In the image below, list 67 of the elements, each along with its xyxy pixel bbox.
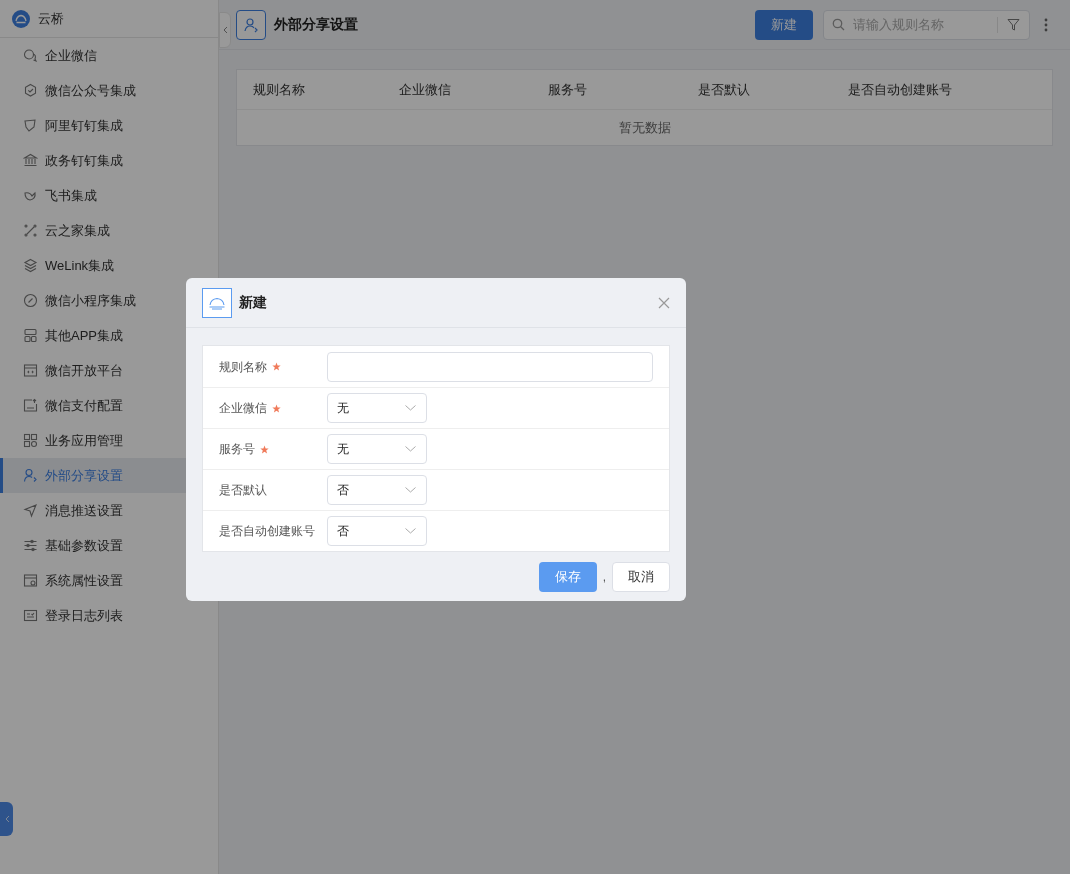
sidebar-item[interactable]: 其他APP集成: [0, 318, 218, 353]
sidebar-item[interactable]: 微信支付配置: [0, 388, 218, 423]
new-button[interactable]: 新建: [755, 9, 813, 40]
chevron-down-icon: [405, 446, 416, 452]
grid-icon: [23, 433, 38, 448]
sidebar-item[interactable]: WeLink集成: [0, 248, 218, 283]
select-field[interactable]: 否: [327, 516, 427, 546]
column-header: 企业微信: [399, 80, 452, 99]
column-header: 规则名称: [253, 80, 306, 99]
dots-icon: [23, 223, 38, 238]
sidebar-item[interactable]: 微信开放平台: [0, 353, 218, 388]
sidebar-item[interactable]: 企业微信: [0, 38, 218, 73]
sidebar-item[interactable]: 飞书集成: [0, 178, 218, 213]
chat-bubbles-icon: [23, 48, 38, 63]
log-list-icon: [23, 608, 38, 623]
send-icon: [23, 503, 38, 518]
chevron-left-icon: [222, 26, 228, 34]
app-name: 云桥: [38, 9, 64, 28]
window-code-icon: [23, 363, 38, 378]
dialog-title: 新建: [239, 293, 267, 312]
separator-text: ,: [602, 569, 606, 586]
field-label: 服务号: [219, 441, 255, 458]
sidebar-item[interactable]: 基础参数设置: [0, 528, 218, 563]
chevron-down-icon: [405, 487, 416, 493]
logo-icon: [12, 9, 30, 28]
panels-icon: [23, 328, 38, 343]
user-share-icon: [23, 468, 38, 483]
sidebar-item[interactable]: 业务应用管理: [0, 423, 218, 458]
sidebar-item[interactable]: 云之家集成: [0, 213, 218, 248]
column-header: 是否自动创建账号: [848, 80, 953, 99]
sidebar-item[interactable]: 政务钉钉集成: [0, 143, 218, 178]
sidebar-item[interactable]: 阿里钉钉集成: [0, 108, 218, 143]
sidebar-item[interactable]: 登录日志列表: [0, 598, 218, 633]
building-icon: [23, 153, 38, 168]
page-title: 外部分享设置: [274, 15, 358, 34]
link-circle-icon: [23, 293, 38, 308]
filter-icon[interactable]: [1007, 18, 1020, 31]
chevron-left-icon: [3, 815, 10, 823]
document-upload-icon: [23, 398, 38, 413]
sidebar-item[interactable]: 微信小程序集成: [0, 283, 218, 318]
sidebar-item[interactable]: 系统属性设置: [0, 563, 218, 598]
chevron-down-icon: [405, 528, 416, 534]
field-label: 企业微信: [219, 400, 267, 417]
layers-icon: [23, 258, 38, 273]
more-icon[interactable]: [1044, 17, 1048, 32]
close-icon[interactable]: [658, 296, 670, 309]
search-icon: [832, 18, 845, 31]
empty-message: 暂无数据: [618, 118, 671, 137]
field-label: 是否默认: [219, 482, 267, 499]
sidebar-item[interactable]: 微信公众号集成: [0, 73, 218, 108]
window-gear-icon: [23, 573, 38, 588]
sidebar-item[interactable]: 消息推送设置: [0, 493, 218, 528]
shield-icon: [23, 118, 38, 133]
cancel-button[interactable]: 取消: [612, 562, 670, 592]
select-field[interactable]: 无: [327, 393, 427, 423]
expand-button[interactable]: [0, 802, 13, 836]
column-header: 是否默认: [698, 80, 751, 99]
page-icon: [236, 9, 266, 40]
sliders-icon: [23, 538, 38, 553]
field-label: 是否自动创建账号: [219, 523, 315, 540]
select-field[interactable]: 无: [327, 434, 427, 464]
column-header: 服务号: [548, 80, 588, 99]
rule-name-input[interactable]: [327, 351, 653, 382]
chevron-down-icon: [405, 405, 416, 411]
cloud-icon: [202, 287, 232, 318]
select-field[interactable]: 否: [327, 475, 427, 505]
field-label: 规则名称: [219, 358, 267, 376]
